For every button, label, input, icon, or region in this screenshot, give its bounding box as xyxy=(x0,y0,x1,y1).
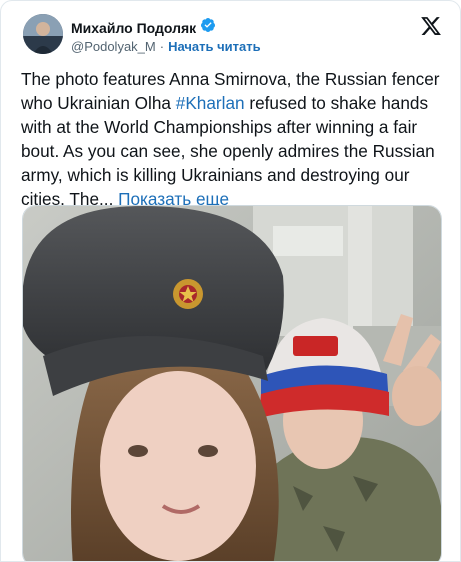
meta-separator: · xyxy=(159,39,165,54)
tweet-photo[interactable] xyxy=(22,205,442,561)
author-name-row[interactable]: Михайло Подоляк xyxy=(71,17,216,38)
author-name[interactable]: Михайло Подоляк xyxy=(71,20,196,36)
hashtag-link[interactable]: #Kharlan xyxy=(176,93,245,113)
follow-button[interactable]: Начать читать xyxy=(168,39,261,54)
author-handle[interactable]: @Podolyak_M xyxy=(71,39,156,54)
author-meta-row: @Podolyak_M · Начать читать xyxy=(71,39,261,54)
verified-badge-icon xyxy=(200,17,216,38)
tweet-text: The photo features Anna Smirnova, the Ru… xyxy=(21,67,445,211)
selfie-photo xyxy=(23,206,441,561)
author-avatar[interactable] xyxy=(23,14,63,54)
tweet-card[interactable]: Михайло Подоляк @Podolyak_M · Начать чит… xyxy=(0,0,461,562)
